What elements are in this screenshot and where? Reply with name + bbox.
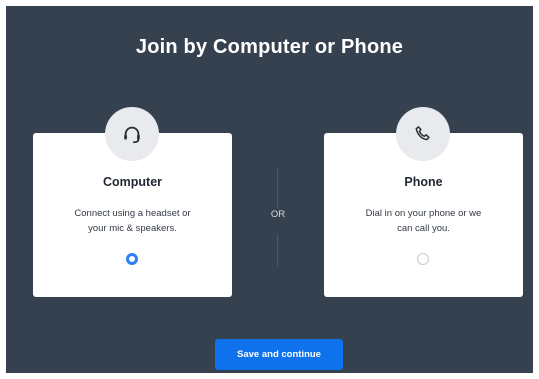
computer-radio[interactable] (126, 253, 138, 265)
phone-option-title: Phone (404, 175, 443, 189)
phone-radio[interactable] (417, 253, 429, 265)
join-audio-dialog: Join by Computer or Phone Computer Conne… (6, 6, 533, 373)
phone-option-card[interactable]: Phone Dial in on your phone or we can ca… (324, 107, 523, 297)
phone-option-description: Dial in on your phone or we can call you… (338, 206, 509, 236)
headset-icon (105, 107, 159, 161)
dialog-title: Join by Computer or Phone (135, 36, 404, 58)
phone-description-line1: Dial in on your phone or we (365, 208, 482, 219)
computer-description-line2: your mic & speakers. (88, 223, 177, 234)
divider-line-bottom (277, 234, 278, 266)
computer-description-line1: Connect using a headset or (74, 208, 191, 219)
computer-option-description: Connect using a headset or your mic & sp… (47, 206, 218, 236)
save-and-continue-button[interactable]: Save and continue (215, 339, 343, 370)
divider-line-top (277, 168, 278, 208)
computer-option-title: Computer (102, 175, 163, 189)
phone-description-line2: can call you. (397, 223, 450, 234)
phone-icon (396, 107, 450, 161)
computer-option-card[interactable]: Computer Connect using a headset or your… (33, 107, 232, 297)
or-label: OR (270, 209, 286, 220)
